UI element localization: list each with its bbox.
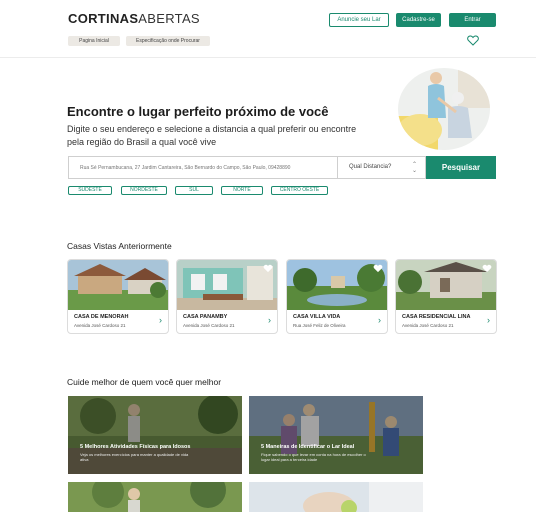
brand-logo[interactable]: CORTINASABERTAS [68, 11, 200, 26]
select-updown-icon: ⌃ ⌄ [411, 162, 417, 174]
top-header: CORTINASABERTAS Anuncie seu Lar Cadastre… [0, 0, 536, 58]
house-name: CASA VILLA VIDA [293, 314, 341, 320]
hero-subtitle: Digite o seu endereço e selecione a dist… [67, 124, 357, 147]
announce-button[interactable]: Anuncie seu Lar [329, 13, 389, 27]
chevron-right-icon[interactable]: › [378, 316, 381, 325]
article-photo [68, 396, 242, 474]
chevron-right-icon[interactable]: › [159, 316, 162, 325]
house-address: Rua José Feliz de Oliveira [293, 323, 346, 328]
article-description: Fique sabendo o que levar em conta na ho… [261, 452, 366, 462]
house-card[interactable]: CASA PANAMBY Avenida José Cardoso 21 › [176, 259, 278, 334]
brand-bold: CORTINAS [68, 11, 139, 26]
article-card[interactable] [68, 482, 242, 512]
region-nordeste[interactable]: NORDESTE [121, 186, 167, 195]
house-photo [396, 260, 496, 310]
brand-light: ABERTAS [138, 11, 200, 26]
region-sul[interactable]: SUL [175, 186, 213, 195]
signup-button[interactable]: Cadastre-se [396, 13, 441, 27]
house-photo [177, 260, 277, 310]
house-card[interactable]: CASA RESIDENCIAL LINA Avenida José Cardo… [395, 259, 497, 334]
house-photo [287, 260, 387, 310]
search-button[interactable]: Pesquisar [426, 156, 496, 179]
heart-icon[interactable] [263, 264, 273, 273]
house-name: CASA RESIDENCIAL LINA [402, 314, 471, 320]
house-name: CASA DE MENORAH [74, 314, 129, 320]
breadcrumb-search-spec[interactable]: Especificação onde Procurar [126, 36, 210, 46]
distance-select-label: Qual Distancia? [349, 164, 392, 170]
search-divider [337, 157, 338, 178]
house-card[interactable]: CASA VILLA VIDA Rua José Feliz de Olivei… [286, 259, 388, 334]
heart-icon[interactable] [482, 264, 492, 273]
house-address: Avenida José Cardoso 21 [402, 323, 454, 328]
article-title: 5 Maneiras de Identificar o Lar Ideal [261, 444, 355, 450]
favorites-heart-icon[interactable] [467, 35, 479, 46]
house-name: CASA PANAMBY [183, 314, 228, 320]
address-search-box: Qual Distancia? ⌃⌄ [68, 156, 426, 179]
chevron-right-icon[interactable]: › [487, 316, 490, 325]
house-photo [68, 260, 168, 310]
house-address: Avenida José Cardoso 21 [183, 323, 235, 328]
recent-section-title: Casas Vistas Anteriormente [67, 241, 172, 251]
breadcrumb-home[interactable]: Pagina Inicial [68, 36, 120, 46]
chevron-right-icon[interactable]: › [268, 316, 271, 325]
article-card[interactable]: 5 Maneiras de Identificar o Lar Ideal Fi… [249, 396, 423, 474]
house-address: Avenida José Cardoso 21 [74, 323, 126, 328]
house-card[interactable]: CASA DE MENORAH Avenida José Cardoso 21 … [67, 259, 169, 334]
care-section-title: Cuide melhor de quem você quer melhor [67, 377, 222, 387]
article-card[interactable] [249, 482, 423, 512]
region-sudeste[interactable]: SUDESTE [68, 186, 112, 195]
distance-select[interactable]: Qual Distancia? ⌃ ⌄ [349, 157, 423, 178]
region-centro-oeste[interactable]: CENTRO OESTE [271, 186, 328, 195]
article-title: 5 Melhores Atividades Físicas para Idoso… [80, 444, 191, 450]
login-button[interactable]: Entrar [449, 13, 496, 27]
article-photo [249, 482, 423, 512]
hero-caregiver-image [398, 68, 490, 150]
region-norte[interactable]: NORTE [221, 186, 263, 195]
article-card[interactable]: 5 Melhores Atividades Físicas para Idoso… [68, 396, 242, 474]
hero-title: Encontre o lugar perfeito próximo de voc… [67, 104, 329, 119]
heart-icon[interactable] [373, 264, 383, 273]
address-search-input[interactable] [69, 157, 337, 178]
article-description: Veja os melhores exercícios para manter … [80, 452, 189, 462]
article-photo [68, 482, 242, 512]
article-photo [249, 396, 423, 474]
